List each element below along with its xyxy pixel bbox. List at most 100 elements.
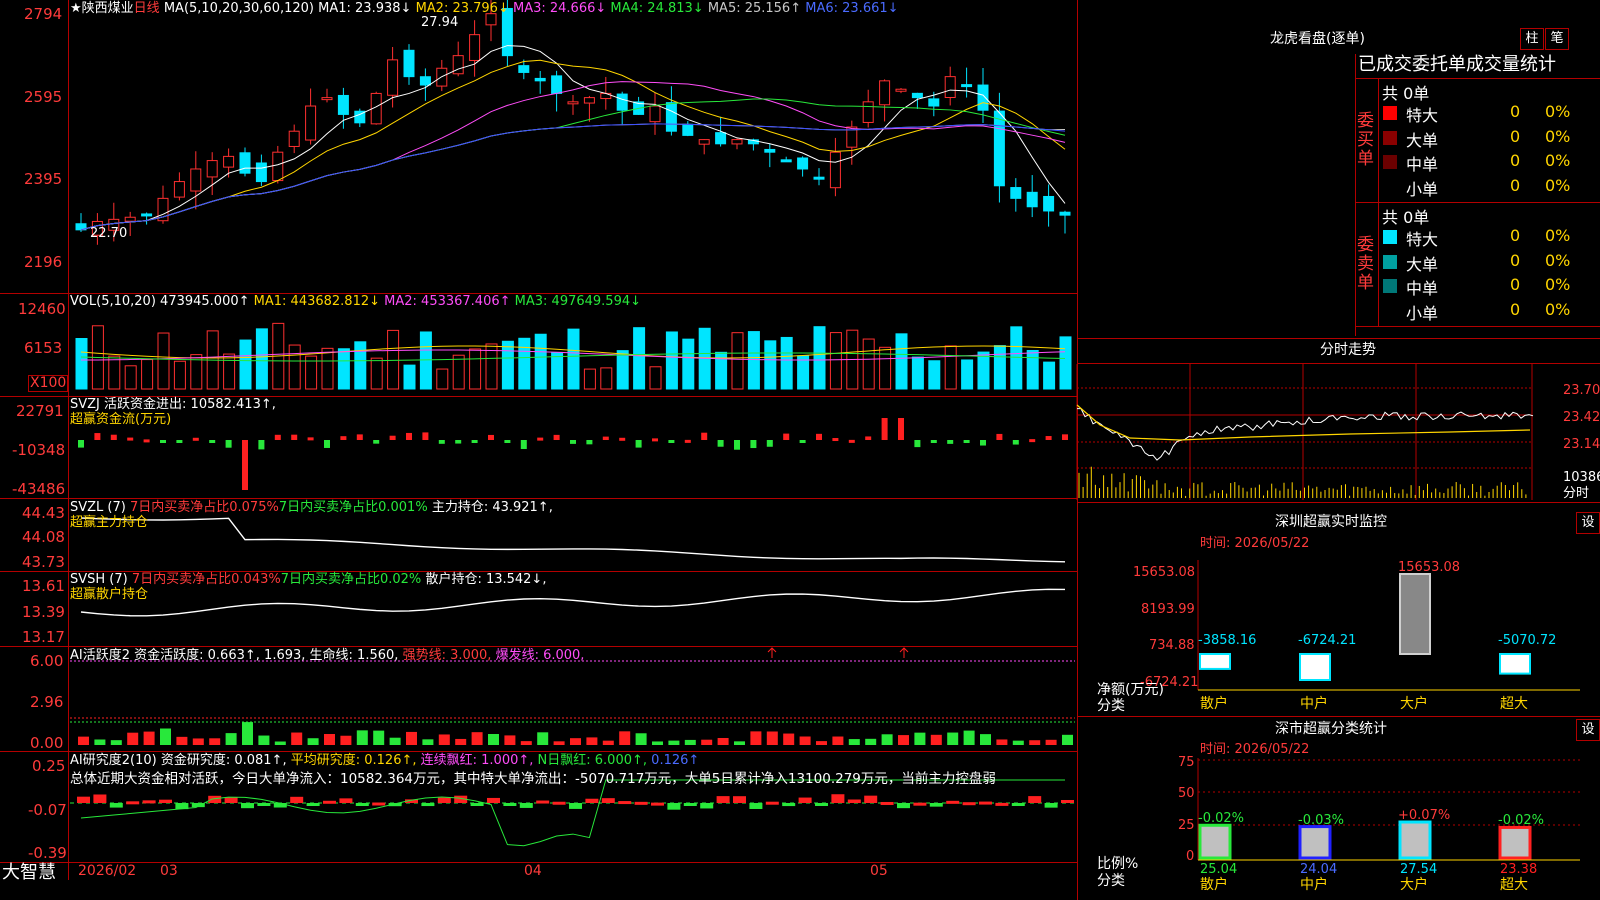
research-bar <box>306 803 320 806</box>
activity-bar <box>701 739 713 745</box>
candle-body <box>206 160 218 178</box>
ai1-b: 1.693, <box>264 648 306 663</box>
research-bar <box>470 803 484 806</box>
ai2-b: 平均研究度: 0.126↑, <box>290 753 417 768</box>
sz-class-category: 超大 <box>1500 877 1528 893</box>
volume-bar <box>255 328 268 390</box>
ai2-e: 0.126↑ <box>651 753 700 768</box>
flow-bar <box>160 440 166 443</box>
research-bar <box>93 794 107 803</box>
candle-body <box>141 213 153 217</box>
bar-mode-button[interactable]: 柱 <box>1520 28 1544 50</box>
flow-bar <box>799 440 806 443</box>
flow-bar <box>356 434 363 440</box>
sz-class-settings-button[interactable]: 设 <box>1576 719 1600 741</box>
sz-monitor-xlabel: 分类 <box>1097 698 1125 714</box>
volume-bar <box>731 332 744 390</box>
activity-bar <box>94 739 106 745</box>
activity-bar <box>602 740 614 745</box>
price-tick: 2395 <box>24 170 63 188</box>
research-bar <box>323 800 336 804</box>
svsh-tick: 13.61 <box>22 577 65 595</box>
candle-body <box>993 110 1005 187</box>
sell-row-label: 中单 <box>1406 279 1439 298</box>
sz-class-bar <box>1498 825 1532 860</box>
sz-monitor-category: 超大 <box>1500 696 1528 712</box>
tab-orders[interactable]: 委托单 <box>1412 54 1466 75</box>
activity-bar <box>684 739 696 745</box>
sz-monitor-value-label: -3858.16 <box>1198 633 1257 648</box>
svzj-label: SVZJ <box>70 397 100 412</box>
research-bar <box>831 794 845 803</box>
research-bar <box>601 798 615 803</box>
sell-row-pct: 0% <box>1545 299 1571 319</box>
research-bar <box>126 801 140 805</box>
sz-class-change-label: +0.07% <box>1398 808 1451 823</box>
research-bar <box>487 797 500 803</box>
ma6-readout: MA6: 23.661↓ <box>805 1 899 16</box>
flow-bar <box>422 432 429 440</box>
candle-body <box>780 159 792 163</box>
buy-row-label: 小单 <box>1406 179 1439 199</box>
tab-filled[interactable]: 已成交 <box>1358 54 1412 75</box>
tab-volume-stats[interactable]: 成交量统计 <box>1466 54 1556 75</box>
stock-name[interactable]: 陕西煤业 <box>82 1 134 16</box>
svsh-tick: 13.39 <box>22 603 65 621</box>
x-axis-label: 03 <box>160 863 178 879</box>
activity-bar <box>930 734 942 745</box>
ma1-line <box>80 45 1066 231</box>
buy-row-pct: 0% <box>1545 151 1571 170</box>
candle-body <box>895 88 907 92</box>
flow-bar <box>848 439 855 443</box>
volume-bar <box>977 351 990 390</box>
period-label[interactable]: 日线 <box>134 1 160 16</box>
volume-bar <box>961 359 974 390</box>
sell-row-pct: 0% <box>1545 275 1571 294</box>
sz-class-value-label: 25.04 <box>1200 862 1238 877</box>
sz-monitor-category: 中户 <box>1300 696 1328 712</box>
volume-bar <box>682 338 695 390</box>
flow-bar <box>980 440 986 446</box>
svsh-c: 散户持仓: 13.542↓, <box>425 572 547 587</box>
candle-body <box>288 130 300 147</box>
sell-row-label: 小单 <box>1406 303 1439 323</box>
flow-bar <box>930 440 937 443</box>
flow-bar <box>225 440 232 448</box>
ai2-a: 资金研究度: 0.081↑, <box>160 753 287 768</box>
volume-bar <box>173 360 186 390</box>
kline-chart[interactable] <box>0 0 1077 880</box>
activity-bar <box>832 736 844 745</box>
flow-bar <box>602 436 609 440</box>
activity-bar <box>553 741 565 745</box>
tick-mode-button[interactable]: 笔 <box>1545 28 1569 50</box>
high-annotation: 27.94 <box>421 15 459 30</box>
flow-bar <box>438 440 445 444</box>
candle-body <box>223 155 235 168</box>
research-bar <box>897 803 910 809</box>
sz-class-value-label: 24.04 <box>1300 862 1338 877</box>
research-bar <box>339 798 353 803</box>
sell-side-label: 委卖单 <box>1357 235 1374 293</box>
svzj-tick: 22791 <box>16 402 64 420</box>
ai2-tick: 0.25 <box>32 757 66 775</box>
flow-bar <box>537 437 544 441</box>
volume-bar <box>1010 326 1023 390</box>
volume-bar <box>895 333 908 390</box>
activity-bar <box>881 734 893 745</box>
ma-label: MA(5,10,20,30,60,120) <box>163 1 314 16</box>
flow-bar <box>668 440 675 443</box>
activity-bar <box>78 736 89 745</box>
vol-value: 473945.000↑ <box>160 294 250 309</box>
lhb-border <box>1355 54 1356 336</box>
activity-bar <box>734 741 745 745</box>
sz-monitor-settings-button[interactable]: 设 <box>1576 512 1600 534</box>
ai1-tick: 2.96 <box>30 693 64 711</box>
research-bar <box>847 799 861 803</box>
ma2-line <box>80 59 1066 231</box>
candle-body <box>518 65 530 73</box>
candle-body <box>911 92 923 99</box>
sell-row-swatch <box>1383 279 1397 293</box>
volume-bar <box>649 366 662 390</box>
activity-bar <box>242 722 253 745</box>
activity-bar <box>750 731 762 745</box>
